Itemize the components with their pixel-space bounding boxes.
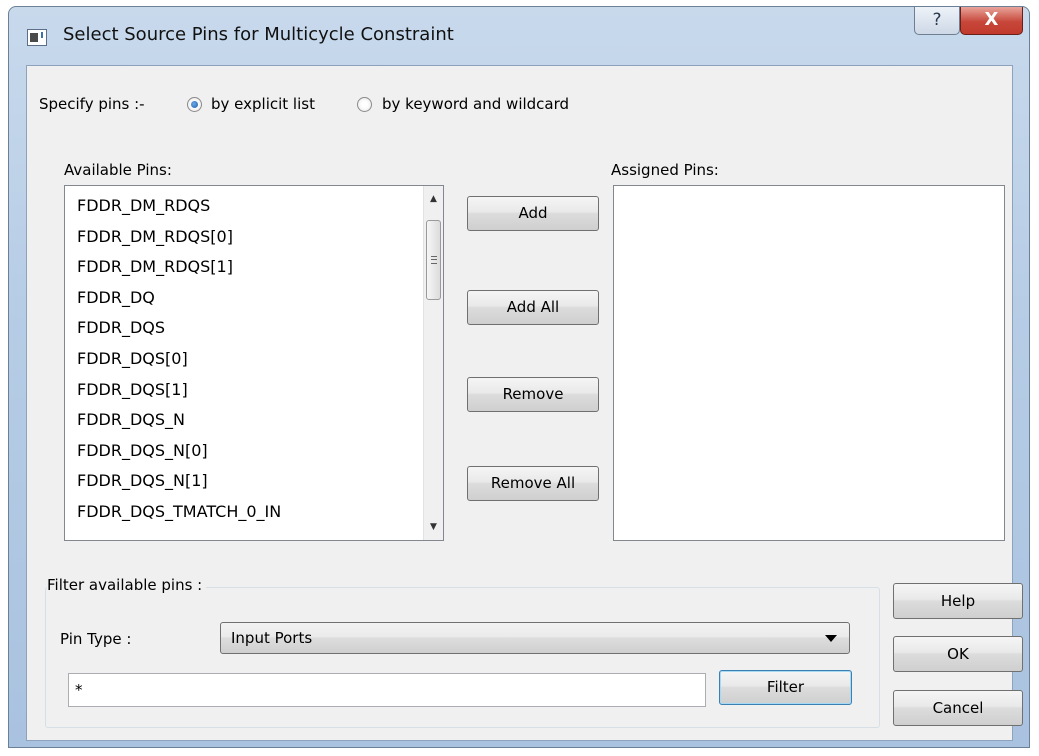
list-item[interactable]: FDDR_DQS_N[0] — [65, 436, 443, 467]
ok-button[interactable]: OK — [893, 636, 1023, 672]
list-item[interactable]: FDDR_DQS[1] — [65, 375, 443, 406]
scroll-up-arrow-icon[interactable]: ▲ — [424, 190, 443, 208]
window-icon — [27, 29, 47, 46]
list-item[interactable]: FDDR_DQS_TMATCH_0_IN — [65, 497, 443, 528]
available-pins-list[interactable]: FDDR_DM_RDQS FDDR_DM_RDQS[0] FDDR_DM_RDQS[… — [64, 185, 444, 541]
scroll-down-arrow-icon[interactable]: ▼ — [424, 518, 443, 536]
specify-pins-label: Specify pins :- — [39, 95, 145, 113]
filter-pattern-input[interactable]: * — [68, 673, 706, 707]
title-help-button[interactable]: ? — [914, 7, 960, 35]
pin-type-value: Input Ports — [231, 629, 313, 647]
radio-keyword-wildcard[interactable] — [357, 97, 372, 112]
filter-button[interactable]: Filter — [719, 670, 852, 705]
scroll-thumb[interactable] — [426, 220, 441, 300]
remove-button[interactable]: Remove — [467, 377, 599, 412]
list-item[interactable]: FDDR_DM_RDQS[0] — [65, 222, 443, 253]
assigned-pins-label: Assigned Pins: — [611, 161, 719, 179]
list-item[interactable]: FDDR_DQS_N[1] — [65, 466, 443, 497]
help-button[interactable]: Help — [893, 583, 1023, 619]
add-button[interactable]: Add — [467, 196, 599, 231]
pin-type-dropdown[interactable]: Input Ports — [220, 622, 850, 654]
list-item[interactable]: FDDR_DM_RDQS[1] — [65, 252, 443, 283]
radio-keyword-wildcard-label[interactable]: by keyword and wildcard — [382, 95, 569, 113]
list-item[interactable]: FDDR_DM_RDQS — [65, 191, 443, 222]
list-item[interactable]: FDDR_DQS_N — [65, 405, 443, 436]
title-bar[interactable]: Select Source Pins for Multicycle Constr… — [9, 7, 1029, 65]
list-item[interactable]: FDDR_DQS[0] — [65, 344, 443, 375]
radio-explicit-list-label[interactable]: by explicit list — [211, 95, 315, 113]
list-item[interactable]: FDDR_DQS — [65, 313, 443, 344]
cancel-button[interactable]: Cancel — [893, 690, 1023, 726]
add-all-button[interactable]: Add All — [467, 290, 599, 325]
available-pins-label: Available Pins: — [64, 161, 172, 179]
window-title: Select Source Pins for Multicycle Constr… — [63, 24, 454, 45]
close-button[interactable]: X — [960, 7, 1023, 35]
dialog-window: Select Source Pins for Multicycle Constr… — [8, 6, 1030, 748]
filter-group-label: Filter available pins : — [47, 576, 207, 594]
dialog-client-area: Specify pins :- by explicit list by keyw… — [26, 65, 1023, 741]
remove-all-button[interactable]: Remove All — [467, 466, 599, 501]
filter-pattern-value: * — [75, 681, 83, 699]
pin-type-label: Pin Type : — [60, 630, 132, 648]
available-pins-scrollbar[interactable]: ▲ ▼ — [423, 186, 443, 540]
chevron-down-icon — [825, 635, 837, 642]
list-item[interactable]: FDDR_DQ — [65, 283, 443, 314]
assigned-pins-list[interactable] — [613, 185, 1005, 541]
radio-explicit-list[interactable] — [187, 97, 202, 112]
